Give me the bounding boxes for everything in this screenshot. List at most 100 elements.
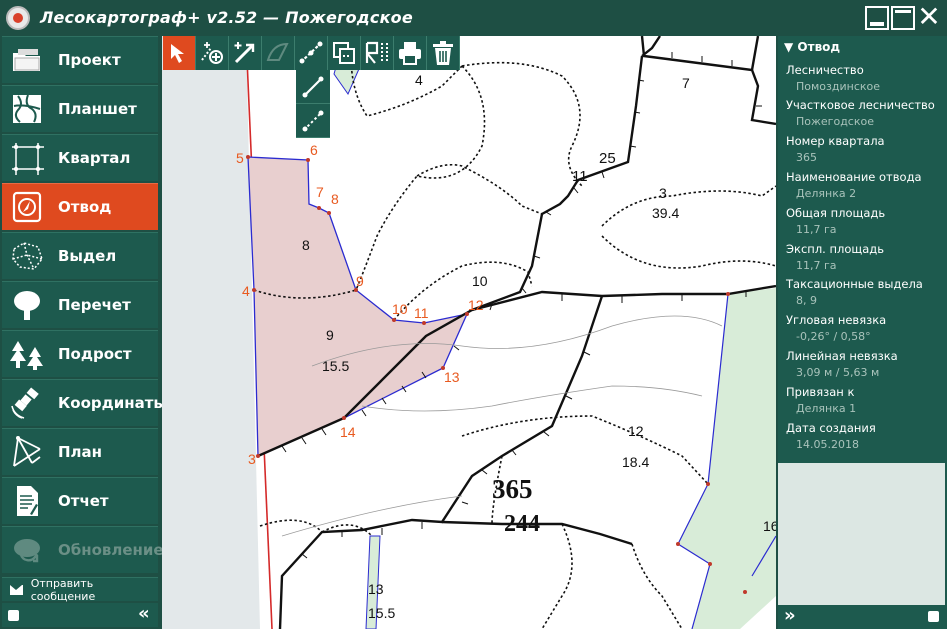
print-button[interactable] bbox=[394, 36, 427, 70]
draw-arc-button[interactable] bbox=[262, 36, 295, 70]
prop-value: 11,7 га bbox=[796, 223, 837, 236]
add-point-button[interactable] bbox=[196, 36, 229, 70]
title-bar: Лесокартограф+ v2.52 — Пожегодское ✕ bbox=[0, 0, 947, 36]
sidebar-item-label: Проект bbox=[58, 51, 121, 69]
sidebar-item-label: Отчет bbox=[58, 492, 109, 510]
sidebar-item-recount[interactable]: Перечет bbox=[2, 281, 158, 328]
prop-value: 11,7 га bbox=[796, 259, 837, 272]
point-label: 5 bbox=[236, 150, 244, 166]
sidebar-item-label: Отвод bbox=[58, 198, 112, 216]
sidebar-footer: « bbox=[2, 603, 158, 627]
prop-label: Участковое лесничество bbox=[786, 98, 935, 112]
parcel-label: 13 bbox=[368, 581, 384, 597]
adjacent-parcel-green bbox=[678, 288, 776, 629]
sidebar-item-label: Обновление bbox=[58, 541, 164, 559]
status-square-icon[interactable] bbox=[8, 610, 19, 621]
collapse-sidebar-button[interactable]: « bbox=[138, 603, 150, 625]
point-label: 9 bbox=[356, 273, 364, 289]
parcel-label: 16 bbox=[763, 518, 776, 534]
close-button[interactable]: ✕ bbox=[917, 3, 941, 31]
sidebar-item-tablet[interactable]: Планшет bbox=[2, 85, 158, 132]
prop-value: Делянка 1 bbox=[796, 402, 857, 415]
folder-icon bbox=[13, 49, 40, 71]
copy-layer-button[interactable] bbox=[328, 36, 361, 70]
prop-label: Таксационные выдела bbox=[786, 277, 923, 291]
edit-table-button[interactable] bbox=[361, 36, 394, 70]
draw-arc-icon bbox=[266, 42, 289, 61]
point-label: 8 bbox=[331, 191, 339, 207]
point-label: 3 bbox=[248, 451, 256, 467]
point-label: 10 bbox=[392, 301, 408, 317]
add-segment-icon bbox=[234, 42, 255, 64]
point-label: 12 bbox=[468, 297, 484, 313]
segment-tool-button[interactable] bbox=[296, 70, 330, 104]
sidebar-item-update[interactable]: Обновление bbox=[2, 526, 164, 573]
sidebar-item-label: Координаты bbox=[58, 394, 167, 412]
map-canvas[interactable]: 3 4 5 6 7 8 9 10 11 12 13 14 4 7 11 25 3… bbox=[162, 36, 776, 629]
sidebar-item-label: Подрост bbox=[58, 345, 132, 363]
properties-header[interactable]: ▼ Отвод bbox=[784, 40, 840, 54]
sidebar-item-undergrowth[interactable]: Подрост bbox=[2, 330, 158, 377]
prop-label: Линейная невязка bbox=[786, 349, 898, 363]
add-segment-button[interactable] bbox=[229, 36, 262, 70]
parcel-label: 15.5 bbox=[322, 358, 349, 374]
parcel-label: 11 bbox=[572, 168, 588, 185]
send-message-button[interactable]: Отправить сообщение bbox=[2, 577, 158, 603]
prop-label: Наименование отвода bbox=[786, 170, 922, 184]
parcel-label: 39.4 bbox=[652, 205, 679, 221]
prop-label: Номер квартала bbox=[786, 134, 885, 148]
sidebar-item-project[interactable]: Проект bbox=[2, 36, 158, 83]
prop-value: Пожегодское bbox=[796, 115, 874, 128]
update-icon bbox=[14, 539, 40, 563]
measure-sub-toolbar bbox=[296, 70, 330, 138]
sidebar-item-parcel[interactable]: Выдел bbox=[2, 232, 158, 279]
sidebar-item-plan[interactable]: План bbox=[2, 428, 158, 475]
compass-allotment-icon bbox=[12, 191, 42, 223]
delete-button[interactable] bbox=[427, 36, 460, 70]
status-square-icon[interactable] bbox=[928, 611, 939, 622]
sidebar: Проект Планшет Квартал Отвод Выдел Переч… bbox=[0, 36, 167, 629]
point-label: 13 bbox=[444, 369, 460, 385]
sidebar-item-label: План bbox=[58, 443, 103, 461]
parcel-label: 9 bbox=[326, 327, 334, 343]
forest-map[interactable]: 3 4 5 6 7 8 9 10 11 12 13 14 4 7 11 25 3… bbox=[162, 36, 776, 629]
sidebar-item-label: Выдел bbox=[58, 247, 117, 265]
properties-empty-area bbox=[778, 463, 945, 605]
delete-icon bbox=[433, 41, 453, 65]
parcel-7-outline bbox=[641, 36, 760, 71]
prop-value: Помоздинское bbox=[796, 80, 881, 93]
prop-value: 365 bbox=[796, 151, 817, 164]
compass-plan-icon bbox=[13, 436, 41, 467]
window-title: Лесокартограф+ v2.52 — Пожегодское bbox=[40, 8, 413, 27]
prop-value: 14.05.2018 bbox=[796, 438, 859, 451]
point-label: 11 bbox=[414, 305, 429, 321]
measure-segment-button[interactable] bbox=[295, 36, 328, 70]
envelope-icon bbox=[10, 584, 23, 595]
point-label: 6 bbox=[310, 142, 318, 158]
parcel-label: 7 bbox=[682, 75, 690, 91]
sidebar-item-label: Квартал bbox=[58, 149, 131, 167]
prop-label: Общая площадь bbox=[786, 206, 886, 220]
parcel-label: 15.5 bbox=[368, 605, 395, 621]
parcel-label: 4 bbox=[415, 72, 423, 88]
sidebar-item-coordinates[interactable]: Координаты bbox=[2, 379, 167, 426]
sidebar-item-quarter[interactable]: Квартал bbox=[2, 134, 158, 181]
sidebar-item-allotment[interactable]: Отвод bbox=[2, 183, 158, 230]
prop-label: Угловая невязка bbox=[786, 313, 887, 327]
segment-icon bbox=[302, 76, 324, 97]
map-edge-strip bbox=[162, 36, 260, 629]
tree-icon bbox=[14, 291, 40, 320]
parcel-label: 12 bbox=[628, 423, 644, 439]
expand-panel-button[interactable]: » bbox=[784, 605, 796, 627]
select-arrow-icon bbox=[171, 44, 184, 63]
prop-label: Лесничество bbox=[786, 63, 864, 77]
point-label: 7 bbox=[316, 184, 324, 200]
select-tool-button[interactable] bbox=[163, 36, 196, 70]
maximize-button[interactable] bbox=[891, 6, 915, 30]
sidebar-item-report[interactable]: Отчет bbox=[2, 477, 158, 524]
measure-segment-icon bbox=[299, 41, 323, 64]
properties-footer: » bbox=[778, 605, 947, 629]
minimize-button[interactable] bbox=[865, 6, 889, 30]
dashed-segment-tool-button[interactable] bbox=[296, 104, 330, 138]
dashed-segment-icon bbox=[302, 110, 324, 131]
